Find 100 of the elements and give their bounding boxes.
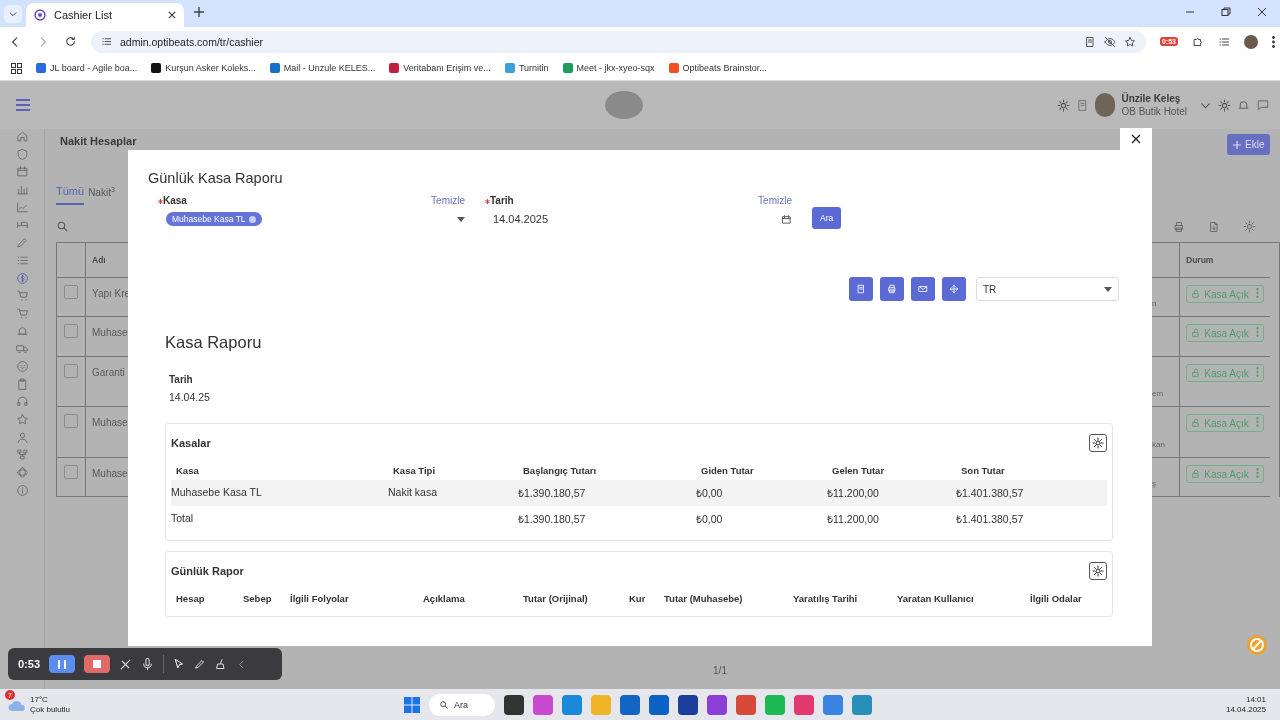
taskbar-search[interactable]: Ara [429,694,495,716]
windows-logo-icon[interactable] [404,697,420,713]
search-button[interactable]: Ara [812,207,842,229]
bell-icon[interactable] [15,324,29,338]
browser-tab[interactable]: Cashier List [26,3,184,27]
table-cell: Muhasebe Kasa TL [171,486,262,498]
profile-avatar[interactable] [1244,34,1258,49]
chevron-down-icon [8,9,18,19]
row-checkbox[interactable] [64,324,78,338]
kebab-icon[interactable] [1255,327,1259,337]
bookmark-link[interactable]: Turnitin [518,63,549,73]
caret-icon [1104,286,1112,292]
column-header: Tutar (Orijinal) [522,592,589,606]
search-icon [439,700,449,710]
settings-button[interactable] [1089,433,1107,452]
app-icon[interactable] [620,695,640,715]
close-tab-icon[interactable] [168,11,176,19]
smiley-icon[interactable] [15,359,29,373]
close-button[interactable] [1120,128,1152,150]
bookmark-link[interactable]: Veritabanı Erişim ve... [403,63,491,73]
row-checkbox[interactable] [64,465,78,479]
dollar-icon[interactable] [15,271,29,285]
apps-grid-icon[interactable] [11,62,22,74]
kebab-icon[interactable] [1255,288,1259,298]
move-icon [949,284,959,294]
column-header: Son Tutar [960,464,1006,478]
line-chart-icon[interactable] [15,200,29,214]
clock-time: 14:01 [1245,695,1266,705]
plus-icon[interactable] [1233,140,1241,149]
section-title: Günlük Rapor [171,564,244,577]
stop-button[interactable] [84,655,111,673]
kebab-icon[interactable] [1255,417,1259,427]
blocked-icon[interactable] [1246,634,1268,656]
recording-time: 0:53 [18,658,41,670]
clear-link[interactable]: Temizle [431,195,465,206]
cart-icon[interactable] [15,306,29,320]
bookmark-link[interactable]: Kurşun Asker Koleks... [165,63,256,73]
restore-icon[interactable] [1221,7,1231,17]
app-icon[interactable] [504,695,524,715]
lock-icon [1191,289,1202,299]
headset-icon[interactable] [15,395,29,409]
hotel-logo [604,91,643,119]
app-icon[interactable] [649,695,669,715]
menu-icon[interactable] [1272,35,1275,48]
bookmark-link[interactable]: Mail - Unzule KELES... [283,63,376,73]
remove-icon[interactable] [248,215,256,223]
network-icon[interactable] [15,448,29,462]
close-icon[interactable] [1257,7,1267,17]
table-cell: Garanti [92,367,125,378]
chat-icon [1256,98,1270,112]
print-button[interactable] [880,277,904,301]
star-icon[interactable] [15,413,29,426]
bookmark-link[interactable]: JL board - Agile boa... [50,63,138,73]
user-avatar[interactable] [1095,93,1116,117]
cart-icon[interactable] [15,289,29,303]
row-checkbox[interactable] [64,285,78,299]
address-bar[interactable]: admin.optibeats.com/tr/cashier [91,30,1146,53]
page-tab[interactable]: Tümü [56,179,85,205]
bar-chart-icon[interactable] [15,183,29,197]
settings-icon [1092,564,1104,577]
truck-icon[interactable] [15,342,29,356]
date-field[interactable]: 14.04.2025 [485,208,792,230]
email-button[interactable] [911,277,935,301]
bookmark-link[interactable]: Meet - jkx-xyeo-sqx [576,63,655,73]
new-tab-icon[interactable] [194,7,204,17]
row-checkbox[interactable] [64,414,78,428]
microphone-icon [141,657,155,671]
bookmark-link[interactable]: Optibeats Brainstor... [682,63,767,73]
document-button[interactable] [849,277,873,301]
table-cell: ₺1.401.380,57 [956,513,1024,525]
cloud-icon[interactable] [8,698,26,712]
home-icon[interactable] [15,130,29,143]
app-icon[interactable] [707,695,727,715]
bookmark-icon [36,63,46,73]
clear-link[interactable]: Temizle [758,195,792,206]
info-icon[interactable] [15,483,29,497]
calendar-icon[interactable] [15,165,29,179]
pen-icon[interactable] [15,236,29,250]
row-checkbox[interactable] [64,364,78,378]
app-icon[interactable] [678,695,698,715]
language-select[interactable]: TR [976,277,1119,301]
shield-icon[interactable] [15,147,29,161]
user-icon[interactable] [15,430,29,444]
page-tab[interactable]: Nakit$^{3}$ [88,179,115,205]
bookmark-icon [562,63,573,73]
add-button[interactable]: Ekle [1227,134,1271,155]
tab-search-button[interactable] [4,5,22,23]
table-cell: ₺1.401.380,57 [956,487,1024,499]
atom-icon[interactable] [15,466,29,480]
pause-button[interactable] [49,655,76,673]
puzzle-icon [1192,35,1204,48]
kebab-icon[interactable] [1255,367,1259,377]
kebab-icon[interactable] [1255,468,1259,478]
select-field[interactable]: Muhasebe Kasa TL [158,208,465,230]
reload-icon [64,35,77,48]
settings-button[interactable] [1089,561,1107,580]
move-button[interactable] [942,277,966,301]
bell-icon [1237,98,1250,112]
table-cell: ₺1.390.180,57 [518,513,586,525]
column-header: Yaratılış Tarihi [792,592,859,606]
